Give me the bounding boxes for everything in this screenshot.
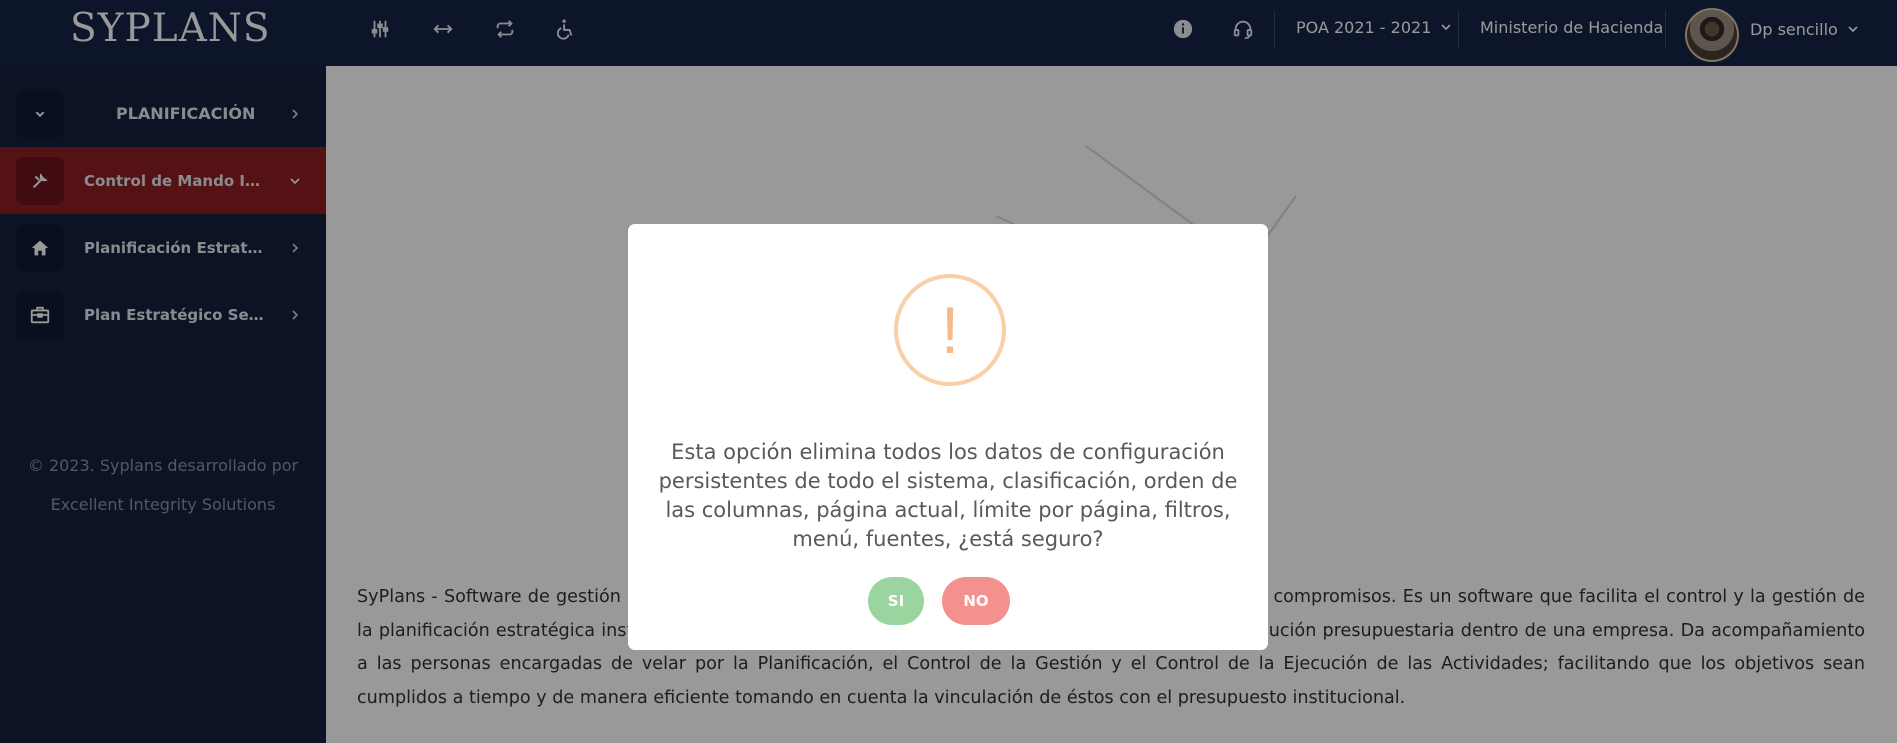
confirm-button[interactable]: SI: [868, 577, 924, 625]
modal-overlay[interactable]: ! Esta opción elimina todos los datos de…: [0, 0, 1897, 743]
cancel-button[interactable]: NO: [942, 577, 1010, 625]
warning-icon: !: [894, 274, 1006, 386]
confirm-dialog: ! Esta opción elimina todos los datos de…: [628, 224, 1268, 650]
dialog-message: Esta opción elimina todos los datos de c…: [658, 440, 1238, 551]
